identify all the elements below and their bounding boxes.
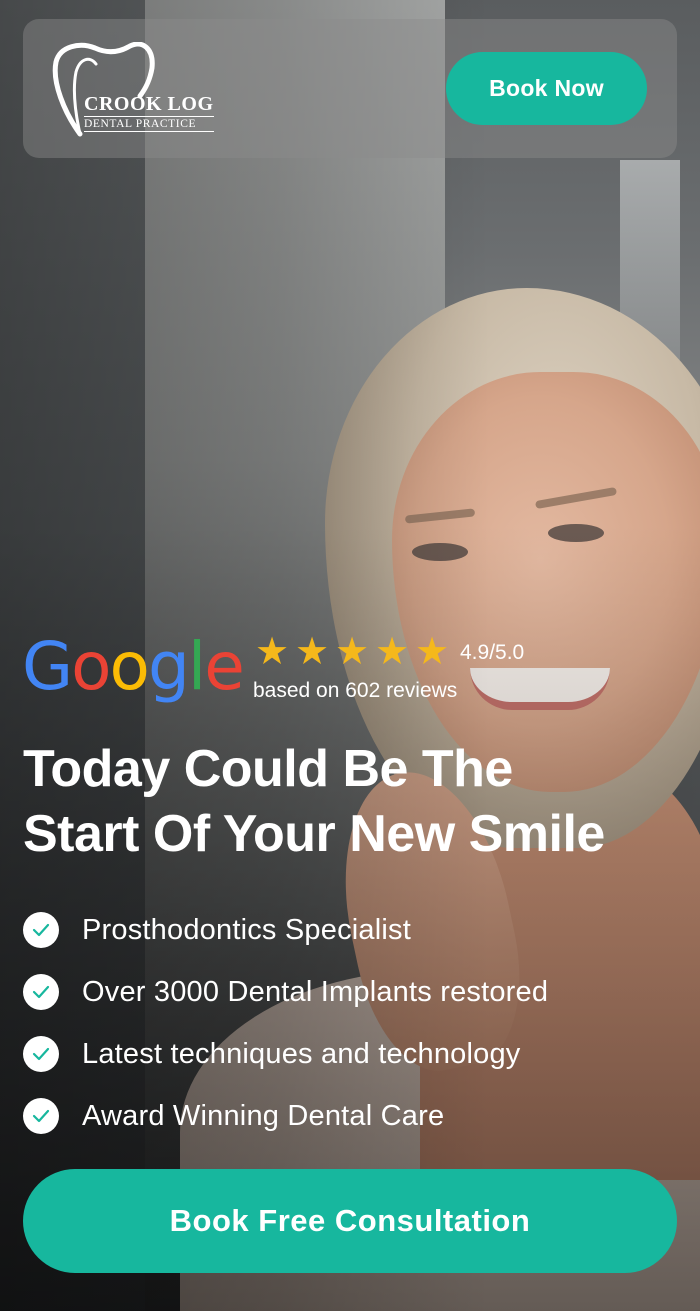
logo-tagline: DENTAL PRACTICE <box>84 116 214 132</box>
logo[interactable]: CROOK LOG DENTAL PRACTICE <box>84 94 214 132</box>
feature-text: Latest techniques and technology <box>82 1037 521 1070</box>
headline-bold-b: Start Of Your New Smile <box>23 805 605 863</box>
star-rating: ★ ★ ★ ★ ★ <box>253 632 451 672</box>
headline-light: Today Could Be <box>23 740 422 798</box>
page-title: Today Could Be The Start Of Your New Smi… <box>23 737 683 867</box>
check-icon <box>23 912 59 948</box>
star-icon: ★ <box>414 631 450 673</box>
feature-text: Over 3000 Dental Implants restored <box>82 975 549 1008</box>
list-item: Prosthodontics Specialist <box>23 899 548 961</box>
rating-count: based on 602 reviews <box>253 679 458 702</box>
star-icon: ★ <box>334 631 370 673</box>
feature-list: Prosthodontics Specialist Over 3000 Dent… <box>23 899 548 1147</box>
feature-text: Award Winning Dental Care <box>82 1099 445 1132</box>
google-letter: e <box>204 628 245 705</box>
star-icon: ★ <box>294 631 330 673</box>
google-letter: G <box>22 628 73 705</box>
check-icon <box>23 1098 59 1134</box>
check-icon <box>23 1036 59 1072</box>
star-icon: ★ <box>374 631 410 673</box>
feature-text: Prosthodontics Specialist <box>82 913 411 946</box>
google-letter: g <box>147 628 190 705</box>
star-icon: ★ <box>254 631 290 673</box>
book-free-consultation-button[interactable]: Book Free Consultation <box>23 1169 677 1273</box>
list-item: Latest techniques and technology <box>23 1023 548 1085</box>
book-now-button[interactable]: Book Now <box>446 52 647 125</box>
google-letter: l <box>187 628 206 705</box>
headline-bold-a: The <box>421 740 513 798</box>
logo-name: CROOK LOG <box>84 93 214 115</box>
google-letter: o <box>71 628 111 705</box>
google-logo: Google <box>22 628 245 706</box>
list-item: Over 3000 Dental Implants restored <box>23 961 548 1023</box>
google-letter: o <box>109 628 150 705</box>
list-item: Award Winning Dental Care <box>23 1085 548 1147</box>
check-icon <box>23 974 59 1010</box>
rating-score: 4.9/5.0 <box>460 641 525 664</box>
